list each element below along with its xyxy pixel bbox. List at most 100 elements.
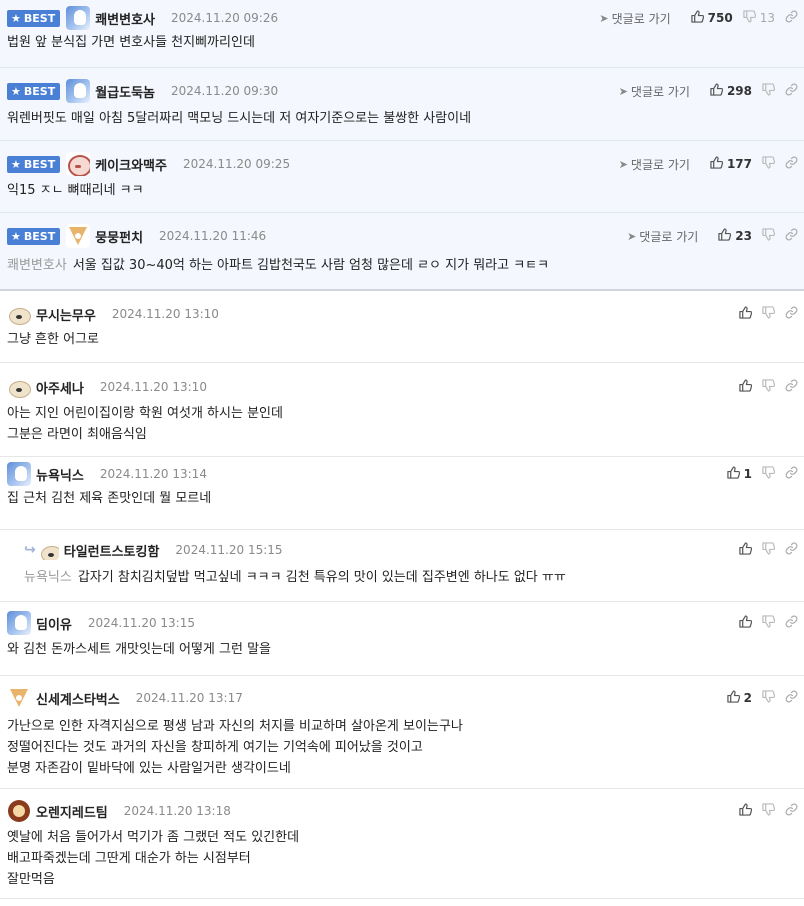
share-link-button[interactable] — [785, 228, 798, 244]
thumbs-down-icon — [762, 615, 776, 631]
avatar[interactable] — [66, 79, 91, 103]
comment-date: 2024.11.20 15:15 — [175, 543, 283, 557]
arrow-icon: ➤ — [618, 84, 628, 98]
comment-body: 가난으로 인한 자격지심으로 평생 남과 자신의 처지를 비교하며 살아온게 보… — [7, 716, 463, 779]
goto-comment-link[interactable]: ➤ 댓글로 가기 — [619, 83, 690, 100]
comment-date: 2024.11.20 13:18 — [123, 804, 231, 818]
reply-target-name[interactable]: 쾌변변호사 — [7, 258, 67, 273]
goto-comment-link[interactable]: ➤ 댓글로 가기 — [599, 10, 670, 27]
avatar[interactable] — [66, 224, 91, 248]
share-link-button[interactable] — [785, 10, 798, 26]
share-link-button[interactable] — [785, 803, 798, 819]
comment-text-line: 정떨어진다는 것도 과거의 자신을 창피하게 여기는 기억속에 피어났을 것이고 — [7, 737, 463, 758]
share-link-button[interactable] — [785, 615, 798, 631]
avatar[interactable] — [7, 375, 31, 399]
comment-body: 익15 ㅈㄴ 뼈때리네 ㅋㅋ — [7, 180, 144, 201]
comment-actions: 1 — [717, 464, 798, 484]
thumbs-up-icon — [710, 83, 724, 99]
dislike-button[interactable]: 13 — [743, 10, 775, 26]
dislike-button[interactable] — [762, 803, 776, 819]
dislike-button[interactable] — [762, 306, 776, 322]
share-link-button[interactable] — [785, 83, 798, 99]
like-count: 2 — [743, 691, 752, 705]
thumbs-up-icon — [739, 379, 753, 395]
comment: 아주세나 2024.11.20 13:10 아는 지인 어린이집이랑 학원 여섯개 … — [0, 363, 804, 457]
avatar[interactable] — [7, 686, 31, 710]
share-link-button[interactable] — [785, 306, 798, 322]
thumbs-up-icon — [718, 228, 732, 244]
comment-author[interactable]: 딤이유 — [36, 614, 72, 633]
comment-actions: ➤ 댓글로 가기 298 — [619, 81, 798, 101]
like-button[interactable] — [739, 542, 753, 558]
dislike-button[interactable] — [762, 156, 776, 172]
star-icon: ★ — [11, 11, 21, 25]
link-icon — [785, 615, 798, 631]
share-link-button[interactable] — [785, 690, 798, 706]
comment-date: 2024.11.20 13:10 — [111, 307, 219, 321]
reply-target-name[interactable]: 뉴욕닉스 — [24, 570, 72, 585]
dislike-button[interactable] — [762, 690, 776, 706]
comment-date: 2024.11.20 13:14 — [99, 467, 207, 481]
link-icon — [785, 690, 798, 706]
thumbs-down-icon — [762, 306, 776, 322]
comment: 딤이유 2024.11.20 13:15 와 김천 돈까스세트 개맛잇는데 어떻게 … — [0, 602, 804, 676]
comment-date: 2024.11.20 09:30 — [171, 84, 279, 98]
goto-comment-link[interactable]: ➤ 댓글로 가기 — [627, 228, 698, 245]
link-icon — [785, 228, 798, 244]
like-button[interactable]: 2 — [726, 690, 752, 706]
like-button[interactable] — [739, 615, 753, 631]
avatar[interactable] — [7, 462, 31, 486]
share-link-button[interactable] — [785, 542, 798, 558]
dislike-button[interactable] — [762, 228, 776, 244]
dislike-button[interactable] — [762, 615, 776, 631]
avatar[interactable] — [66, 152, 91, 176]
share-link-button[interactable] — [785, 379, 798, 395]
comment-author[interactable]: 케이크와맥주 — [95, 155, 167, 174]
comment-text-line: 쾌변변호사 서울 집값 30~40억 하는 아파트 김밥천국도 사람 엄청 많은데… — [7, 255, 549, 276]
dislike-button[interactable] — [762, 379, 776, 395]
comment-body: 그냥 흔한 어그로 — [7, 329, 99, 350]
best-badge: ★ BEST — [7, 9, 61, 27]
thumbs-down-icon — [762, 803, 776, 819]
comment-body: 뉴욕닉스 갑자기 참치김치덮밥 먹고싶네 ㅋㅋㅋ 김천 특유의 맛이 있는데 집주… — [24, 567, 566, 588]
dislike-button[interactable] — [762, 83, 776, 99]
like-button[interactable]: 750 — [690, 10, 733, 26]
avatar[interactable] — [66, 6, 91, 30]
share-link-button[interactable] — [785, 466, 798, 482]
comment-author[interactable]: 신세계스타벅스 — [36, 689, 120, 708]
like-button[interactable]: 1 — [726, 466, 752, 482]
comment-text-line: 잘만먹음 — [7, 869, 299, 890]
comment-author[interactable]: 무시는무우 — [36, 305, 96, 324]
dislike-button[interactable] — [762, 466, 776, 482]
like-count: 1 — [743, 467, 752, 481]
comment-author[interactable]: 오렌지레드팀 — [36, 802, 108, 821]
goto-comment-label: 댓글로 가기 — [630, 157, 690, 172]
comment-author[interactable]: 타일런트스토킹함 — [64, 541, 160, 560]
dislike-button[interactable] — [762, 542, 776, 558]
like-button[interactable] — [739, 803, 753, 819]
best-badge-label: BEST — [23, 157, 56, 171]
goto-comment-link[interactable]: ➤ 댓글로 가기 — [619, 156, 690, 173]
comment-author[interactable]: 쾌변변호사 — [95, 9, 155, 28]
comment-actions — [729, 801, 798, 821]
like-button[interactable] — [739, 306, 753, 322]
comment-date: 2024.11.20 09:26 — [171, 11, 279, 25]
comment-author[interactable]: 뉴욕닉스 — [36, 465, 84, 484]
comment-author[interactable]: 뭉뭉펀치 — [95, 227, 143, 246]
avatar[interactable] — [7, 799, 31, 823]
share-link-button[interactable] — [785, 156, 798, 172]
like-button[interactable] — [739, 379, 753, 395]
avatar[interactable] — [38, 540, 59, 560]
comment: 신세계스타벅스 2024.11.20 13:17 2 가난으로 인한 자격지심으로 평… — [0, 676, 804, 789]
avatar[interactable] — [7, 302, 31, 326]
link-icon — [785, 83, 798, 99]
comment-author[interactable]: 아주세나 — [36, 378, 84, 397]
comment-header: 뉴욕닉스 2024.11.20 13:14 — [7, 462, 207, 486]
like-button[interactable]: 23 — [718, 228, 752, 244]
comment-author[interactable]: 월급도둑놈 — [95, 82, 155, 101]
comment-actions: 2 — [717, 688, 798, 708]
like-button[interactable]: 298 — [710, 83, 752, 99]
avatar[interactable] — [7, 611, 31, 635]
comment-text-line: 뉴욕닉스 갑자기 참치김치덮밥 먹고싶네 ㅋㅋㅋ 김천 특유의 맛이 있는데 집주… — [24, 567, 566, 588]
like-button[interactable]: 177 — [710, 156, 752, 172]
